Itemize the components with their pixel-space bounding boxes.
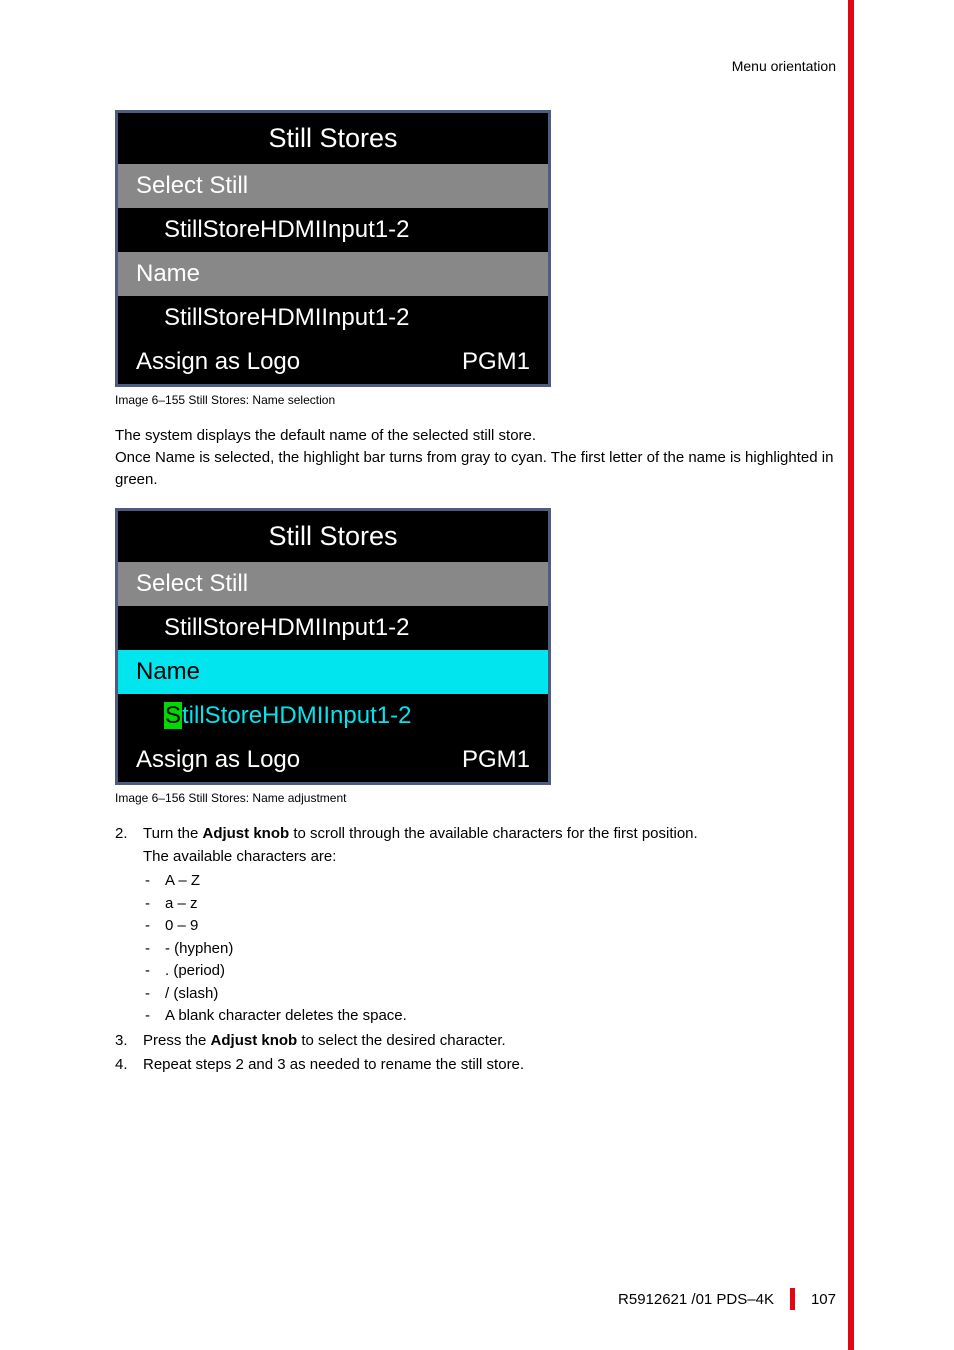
char-3: - (hyphen)	[165, 938, 233, 961]
paragraph-1: The system displays the default name of …	[115, 425, 855, 490]
assign-logo-value-2: PGM1	[462, 746, 530, 774]
step-4-content: Repeat steps 2 and 3 as needed to rename…	[143, 1054, 855, 1077]
char-item: -A blank character deletes the space.	[143, 1005, 855, 1028]
dash-icon: -	[143, 870, 165, 893]
step-3-text-b: to select the desired character.	[297, 1032, 505, 1049]
char-item: -- (hyphen)	[143, 938, 855, 961]
step-2-text-b: to scroll through the available characte…	[289, 825, 698, 842]
menu-row-select-still-2: Select Still	[118, 562, 548, 606]
menu-row-select-value-2: StillStoreHDMIInput1-2	[118, 606, 548, 650]
char-list: -A – Z -a – z -0 – 9 -- (hyphen) -. (per…	[143, 870, 855, 1028]
menu-row-name-2: Name	[118, 650, 548, 694]
char-6: A blank character deletes the space.	[165, 1005, 407, 1028]
assign-logo-label-2: Assign as Logo	[136, 746, 300, 774]
dash-icon: -	[143, 960, 165, 983]
highlighted-char: S	[164, 702, 182, 729]
step-2-text-a: Turn the	[143, 825, 202, 842]
menu-still-stores-1: Still Stores Select Still StillStoreHDMI…	[115, 110, 551, 387]
header-breadcrumb: Menu orientation	[732, 58, 836, 74]
menu-row-select-still: Select Still	[118, 164, 548, 208]
menu-row-name-value-2: StillStoreHDMIInput1-2	[118, 694, 548, 738]
page-number: 107	[811, 1291, 836, 1308]
dash-icon: -	[143, 938, 165, 961]
step-3: 3. Press the Adjust knob to select the d…	[115, 1030, 855, 1053]
name-rest: tillStoreHDMIInput1-2	[182, 702, 411, 729]
assign-logo-value: PGM1	[462, 348, 530, 376]
menu-title-2: Still Stores	[118, 511, 548, 562]
image-caption-2: Image 6–156 Still Stores: Name adjustmen…	[115, 791, 855, 805]
char-item: -a – z	[143, 893, 855, 916]
dash-icon: -	[143, 983, 165, 1006]
step-3-content: Press the Adjust knob to select the desi…	[143, 1030, 855, 1053]
step-3-text-a: Press the	[143, 1032, 211, 1049]
char-1: a – z	[165, 893, 198, 916]
menu-row-assign-logo-2: Assign as Logo PGM1	[118, 738, 548, 782]
assign-logo-label: Assign as Logo	[136, 348, 300, 376]
char-item: -A – Z	[143, 870, 855, 893]
page-content: Still Stores Select Still StillStoreHDMI…	[115, 110, 855, 1079]
paragraph-1b: Once Name is selected, the highlight bar…	[115, 449, 833, 488]
step-4-num: 4.	[115, 1054, 143, 1077]
menu-row-name-value: StillStoreHDMIInput1-2	[118, 296, 548, 340]
paragraph-1a: The system displays the default name of …	[115, 427, 536, 444]
step-3-num: 3.	[115, 1030, 143, 1053]
dash-icon: -	[143, 1005, 165, 1028]
char-item: -/ (slash)	[143, 983, 855, 1006]
step-4: 4. Repeat steps 2 and 3 as needed to ren…	[115, 1054, 855, 1077]
char-0: A – Z	[165, 870, 200, 893]
char-2: 0 – 9	[165, 915, 198, 938]
image-caption-1: Image 6–155 Still Stores: Name selection	[115, 393, 855, 407]
step-2-num: 2.	[115, 823, 143, 1028]
menu-row-assign-logo: Assign as Logo PGM1	[118, 340, 548, 384]
step-2-bold: Adjust knob	[202, 825, 289, 842]
char-5: / (slash)	[165, 983, 218, 1006]
step-2-text-c: The available characters are:	[143, 846, 855, 869]
doc-ref: R5912621 /01 PDS–4K	[618, 1291, 774, 1308]
dash-icon: -	[143, 893, 165, 916]
menu-row-select-value: StillStoreHDMIInput1-2	[118, 208, 548, 252]
dash-icon: -	[143, 915, 165, 938]
char-item: -. (period)	[143, 960, 855, 983]
menu-row-name: Name	[118, 252, 548, 296]
footer-red-bar	[790, 1288, 795, 1310]
char-4: . (period)	[165, 960, 225, 983]
menu-still-stores-2: Still Stores Select Still StillStoreHDMI…	[115, 508, 551, 785]
step-2: 2. Turn the Adjust knob to scroll throug…	[115, 823, 855, 1028]
page-footer: R5912621 /01 PDS–4K 107	[618, 1288, 836, 1310]
menu-title: Still Stores	[118, 113, 548, 164]
char-item: -0 – 9	[143, 915, 855, 938]
step-2-content: Turn the Adjust knob to scroll through t…	[143, 823, 855, 1028]
step-3-bold: Adjust knob	[211, 1032, 298, 1049]
